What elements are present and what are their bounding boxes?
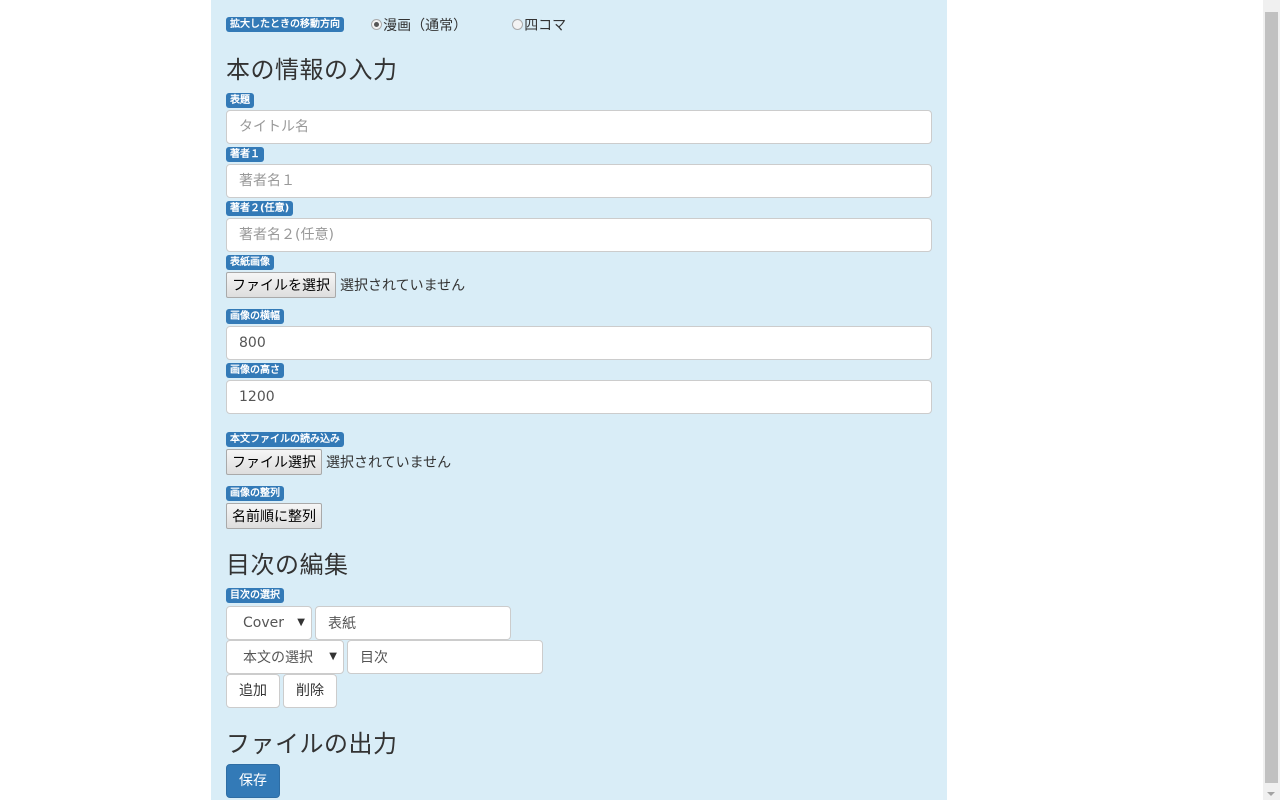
toc-select-1[interactable]: Cover ▼ — [226, 606, 312, 640]
body-file-input: ファイル選択 選択されていません — [226, 449, 451, 475]
image-sort-row: 名前順に整列 — [226, 503, 322, 529]
body-file-status: 選択されていません — [326, 455, 452, 471]
toc-delete-button[interactable]: 削除 — [283, 674, 337, 708]
toc-text-1[interactable] — [315, 606, 511, 640]
cover-image-label: 表紙画像 — [226, 255, 274, 270]
author2-input[interactable] — [226, 218, 932, 252]
toc-select-label: 目次の選択 — [226, 588, 284, 603]
toc-add-button[interactable]: 追加 — [226, 674, 280, 708]
image-sort-label: 画像の整列 — [226, 486, 284, 501]
main-form-panel: 拡大したときの移動方向 漫画（通常） 四コマ 本の情報の入力 表題 著者１ 著者… — [211, 0, 947, 800]
image-height-input[interactable] — [226, 380, 932, 414]
direction-row: 拡大したときの移動方向 漫画（通常） 四コマ — [226, 14, 606, 34]
radio-unchecked-icon[interactable] — [512, 19, 524, 30]
image-height-label: 画像の高さ — [226, 363, 284, 378]
author1-input[interactable] — [226, 164, 932, 198]
output-heading: ファイルの出力 — [226, 730, 398, 758]
title-label: 表題 — [226, 93, 254, 108]
radio-manga-label: 漫画（通常） — [383, 17, 468, 34]
toc-select-1-value: Cover — [243, 615, 284, 631]
radio-yonkoma-label: 四コマ — [524, 17, 567, 34]
image-width-input[interactable] — [226, 326, 932, 360]
book-info-heading: 本の情報の入力 — [226, 56, 398, 84]
direction-label: 拡大したときの移動方向 — [226, 17, 344, 32]
scroll-down-arrow-icon[interactable] — [1267, 792, 1275, 796]
save-button[interactable]: 保存 — [226, 764, 280, 798]
scrollbar-thumb[interactable] — [1265, 12, 1278, 783]
toc-select-2[interactable]: 本文の選択 ▼ — [226, 640, 344, 674]
page-scrollbar[interactable] — [1263, 0, 1280, 800]
image-width-label: 画像の横幅 — [226, 309, 284, 324]
toc-heading: 目次の編集 — [226, 551, 349, 579]
author1-label: 著者１ — [226, 147, 264, 162]
dropdown-caret-icon: ▼ — [297, 617, 305, 628]
cover-image-choose-button[interactable]: ファイルを選択 — [226, 272, 336, 298]
cover-image-status: 選択されていません — [340, 278, 466, 294]
body-file-label: 本文ファイルの読み込み — [226, 432, 344, 447]
toc-select-2-value: 本文の選択 — [243, 650, 313, 666]
toc-text-2[interactable] — [347, 640, 543, 674]
radio-manga[interactable]: 漫画（通常） — [371, 15, 467, 35]
radio-yonkoma[interactable]: 四コマ — [512, 15, 566, 35]
author2-label: 著者２(任意) — [226, 201, 294, 216]
title-input[interactable] — [226, 110, 932, 144]
radio-checked-icon[interactable] — [371, 19, 383, 30]
cover-image-file-input: ファイルを選択 選択されていません — [226, 272, 465, 298]
dropdown-caret-icon: ▼ — [329, 651, 337, 662]
body-file-choose-button[interactable]: ファイル選択 — [226, 449, 322, 475]
sort-by-name-button[interactable]: 名前順に整列 — [226, 503, 322, 529]
